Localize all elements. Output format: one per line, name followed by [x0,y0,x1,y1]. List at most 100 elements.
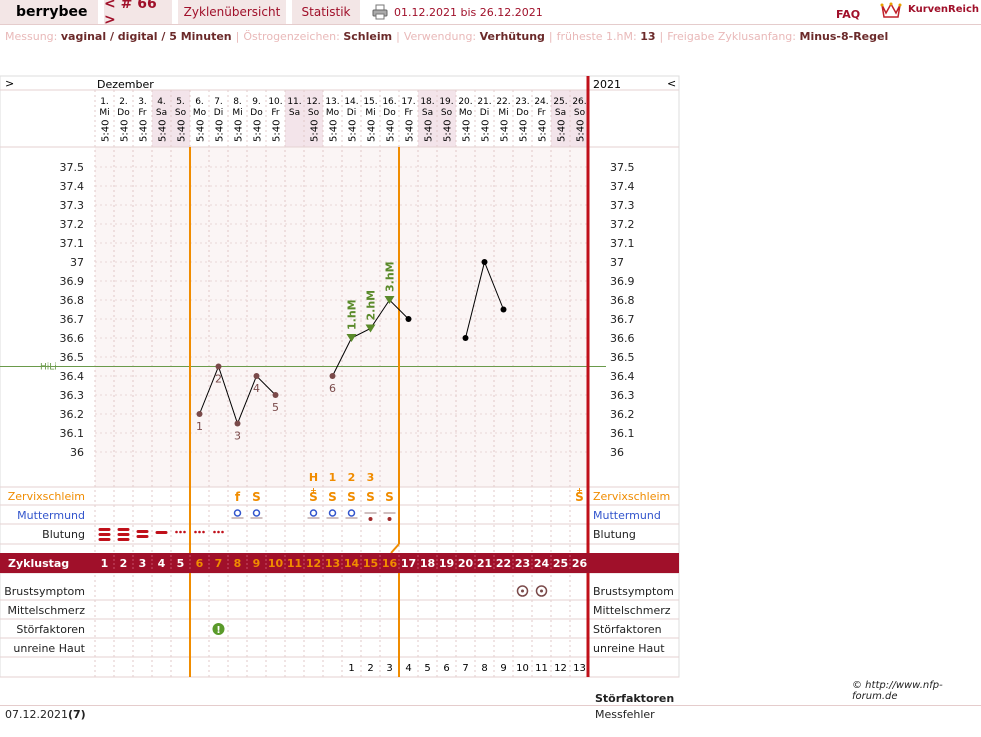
measurement-time: 5:40 [120,120,131,142]
weekday-label: Do [250,108,263,118]
day-number: 1. [100,97,109,107]
y-tick-label-left: 37.2 [60,218,85,231]
bleeding-strong-icon [98,528,111,531]
weekday-label: So [441,108,453,118]
cervical-mucus-entry: S [252,490,261,504]
weekday-label: Fr [404,108,413,118]
disturbance-icon-mark: ! [216,625,221,636]
weekday-label: Di [480,108,489,118]
measurement-time: 5:40 [215,120,226,142]
day-number: 9. [252,97,261,107]
high-phase-count: 12 [554,663,567,674]
weekday-label: Mo [193,108,207,118]
cycle-day-number: 24 [534,557,550,570]
cycle-day-number: 26 [572,557,588,570]
cervical-mucus-entry: S [347,490,356,504]
measurement-time: 5:40 [557,120,568,142]
cycle-day-number: 13 [325,557,340,570]
measurement-time: 5:40 [101,120,112,142]
weekday-label: Do [117,108,130,118]
weekday-label: Di [214,108,223,118]
cycle-day-number: 4 [158,557,166,570]
bleeding-spotting-icon [202,530,205,534]
y-tick-label-right: 37.2 [610,218,635,231]
day-number: 6. [195,97,204,107]
high-phase-count: 8 [481,663,487,674]
note-day: (7) [68,708,86,721]
y-tick-label-right: 37 [610,256,624,269]
high-phase-count: 7 [462,663,468,674]
year-label: 2021 [593,78,621,91]
high-phase-count: 5 [424,663,430,674]
high-phase-count: 13 [573,663,586,674]
measurement-time: 5:40 [196,120,207,142]
weekday-label: Di [347,108,356,118]
cycle-day-number: 7 [215,557,223,570]
day-number: 7. [214,97,223,107]
day-number: 22. [496,97,510,107]
cervix-closed-icon [368,517,373,521]
row-label-right-stoer: Störfaktoren [593,623,662,636]
row-label-muttermund: Muttermund [17,509,85,522]
y-tick-label-right: 36.6 [610,332,635,345]
weekday-label: Sa [422,108,433,118]
copyright: © http://www.nfp-forum.de [852,680,943,702]
bleeding-strong-icon [117,538,130,541]
temperature-point [253,373,260,379]
y-tick-label-left: 36.7 [60,313,85,326]
measurement-time: 5:40 [177,120,188,142]
month-label: Dezember [97,78,154,91]
bleeding-spotting-icon [198,530,201,534]
cycle-day-number: 8 [234,557,242,570]
weekday-label: Fr [138,108,147,118]
measurement-time: 5:40 [500,120,511,142]
y-tick-label-left: 37.5 [60,161,85,174]
temperature-point [215,363,222,370]
cervical-mucus-plus: + [310,486,317,495]
weekday-label: Do [516,108,529,118]
high-phase-count: 10 [516,663,529,674]
temperature-point [500,306,507,313]
bleeding-spotting-icon [217,530,220,534]
temperature-point [481,259,488,265]
measurement-time: 5:40 [367,120,378,142]
high-phase-count: 11 [535,663,548,674]
day-number: 8. [233,97,242,107]
y-tick-label-left: 36.9 [60,275,85,288]
temperature-point [329,373,336,379]
cycle-day-number: 1 [101,557,109,570]
y-tick-label-left: 37.1 [60,237,85,250]
cervical-mucus-entry: S [385,490,394,504]
cycle-day-number: 3 [139,557,147,570]
measurement-time: 5:40 [139,120,150,142]
row-label-right-brust: Brustsymptom [593,585,674,598]
weekday-label: Fr [271,108,280,118]
y-tick-label-right: 36.8 [610,294,635,307]
cycle-day-number: 16 [382,557,398,570]
y-tick-label-left: 36.8 [60,294,85,307]
bleeding-medium-icon [136,530,149,533]
measurement-time: 5:40 [443,120,454,142]
weekday-label: Mi [232,108,242,118]
high-measurement-label: 3.hM [384,261,397,292]
day-number: 24. [534,97,548,107]
bleeding-spotting-icon [183,530,186,534]
cycle-day-bar-right [588,553,679,573]
y-tick-label-left: 36 [70,446,84,459]
measurement-time: 5:40 [386,120,397,142]
day-number: 20. [458,97,472,107]
y-tick-label-right: 36.9 [610,275,635,288]
day-number: 21. [477,97,491,107]
weekday-label: Mi [99,108,109,118]
weekday-label: Mo [326,108,340,118]
cycle-day-label: Zyklustag [8,557,69,570]
bleeding-spotting-icon [175,530,178,534]
y-tick-label-right: 37.4 [610,180,635,193]
day-number: 26. [572,97,586,107]
stoer-value: Messfehler [595,708,655,721]
breast-symptom-icon-dot [521,589,524,593]
row-label-right-mittel: Mittelschmerz [593,604,671,617]
row-label-right-haut: unreine Haut [593,642,665,655]
high-phase-count: 3 [386,663,392,674]
weekday-label: Sa [289,108,300,118]
